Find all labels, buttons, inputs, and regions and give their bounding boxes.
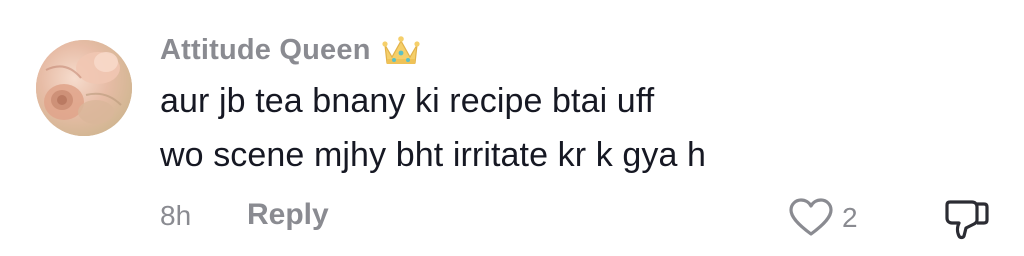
- like-count: 2: [842, 202, 858, 233]
- username[interactable]: Attitude Queen: [160, 34, 371, 67]
- reply-button[interactable]: Reply: [247, 198, 329, 232]
- timestamp: 8h: [160, 200, 192, 231]
- comment-text-line-1: aur jb tea bnany ki recipe btai uff: [160, 82, 655, 120]
- avatar-image: [36, 40, 132, 136]
- thumbs-down-icon: [944, 196, 990, 240]
- heart-outline-icon: [788, 198, 834, 238]
- dislike-button[interactable]: [944, 196, 990, 240]
- crown-emoji-icon: [381, 33, 421, 67]
- avatar[interactable]: [36, 40, 132, 136]
- like-button[interactable]: 2: [788, 196, 858, 240]
- comment-item: Attitude Queen aur jb tea bnany ki recip…: [0, 0, 1024, 256]
- comment-text-line-2: wo scene mjhy bht irritate kr k gya h: [160, 136, 707, 174]
- username-row: Attitude Queen: [160, 30, 421, 70]
